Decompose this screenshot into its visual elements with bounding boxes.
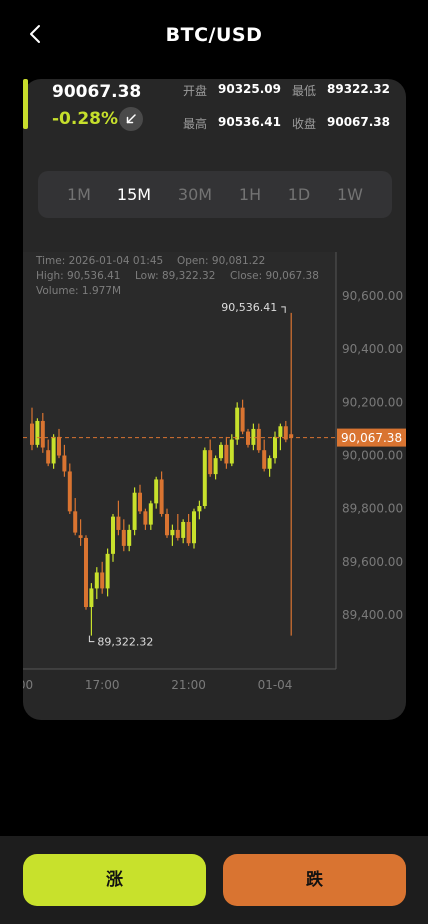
candle-body (35, 420, 40, 445)
candle-body (256, 428, 261, 451)
candle-body (100, 572, 105, 589)
info-volume: Volume: 1.977M (36, 285, 121, 297)
current-price: 90067.38 (52, 82, 142, 102)
candle-body (57, 436, 61, 456)
candle-body (267, 458, 272, 469)
candle-body (219, 444, 223, 459)
candle-body (138, 492, 142, 512)
x-tick-label: 01-04 (258, 678, 293, 692)
y-tick-label: 90,000.00 (342, 449, 403, 463)
info-high: High: 90,536.41 (36, 270, 120, 282)
candle-body (67, 471, 72, 512)
candle-body (202, 450, 207, 507)
candle-body (132, 492, 137, 530)
candle-body (273, 436, 277, 459)
candle-body (192, 511, 196, 544)
candle-body (51, 436, 56, 464)
stat-open-value: 90325.09 (218, 82, 282, 96)
stat-high-value: 90536.41 (218, 115, 282, 129)
plot-area (23, 252, 336, 669)
candle-body (78, 535, 83, 538)
candle-body (251, 428, 256, 445)
period-1m[interactable]: 1M (54, 171, 104, 218)
candle-body (229, 439, 234, 464)
candle-body (116, 516, 121, 530)
candle-body (262, 450, 267, 469)
buy-up-button[interactable]: 涨 (23, 854, 206, 906)
x-tick-label: 13:00 (23, 678, 33, 692)
candle-body (165, 513, 169, 536)
x-tick-label: 17:00 (85, 678, 120, 692)
candle-body (240, 407, 245, 432)
page-title: BTC/USD (165, 24, 263, 46)
period-1d[interactable]: 1D (274, 171, 324, 218)
y-tick-label: 89,400.00 (342, 608, 403, 622)
period-1w[interactable]: 1W (325, 171, 375, 218)
candle-body (143, 511, 148, 525)
candle-body (186, 521, 191, 544)
candle-body (89, 588, 94, 608)
candle-body (30, 423, 34, 445)
period-1h[interactable]: 1H (225, 171, 275, 218)
y-tick-label: 90,600.00 (342, 289, 403, 303)
low-mark-label: 89,322.32 (97, 636, 153, 649)
candle-body (40, 420, 45, 448)
candle-body (111, 516, 115, 554)
candle-body (175, 529, 180, 538)
stat-high-label: 最高 (183, 117, 208, 131)
y-tick-label: 90,200.00 (342, 395, 403, 409)
candle-body (235, 407, 240, 440)
stat-low-value: 89322.32 (327, 82, 391, 96)
x-tick-label: 21:00 (171, 678, 206, 692)
candle-body (73, 511, 78, 533)
candle-body (197, 506, 202, 512)
candle-body (84, 537, 88, 608)
candle-body (46, 450, 51, 464)
high-mark-label: 90,536.41 (221, 301, 277, 314)
info-time: Time: 2026-01-04 01:45 (35, 255, 163, 267)
candle-body (213, 458, 218, 475)
candle-body (159, 479, 164, 514)
stat-close-label: 收盘 (292, 117, 317, 131)
trend-down-icon[interactable] (119, 107, 143, 131)
candle-body (154, 479, 159, 504)
candle-body (94, 572, 99, 589)
last-price-label: 90,067.38 (341, 431, 402, 445)
candle-body (62, 455, 67, 472)
header: BTC/USD (0, 0, 428, 70)
stat-open-label: 开盘 (183, 84, 208, 98)
price-change: -0.28% (52, 109, 119, 129)
candle-body (121, 529, 126, 546)
price-accent-bar (23, 79, 28, 129)
candle-body (127, 529, 132, 546)
candle-body (208, 450, 213, 475)
y-tick-label: 90,400.00 (342, 342, 403, 356)
y-tick-label: 89,600.00 (342, 555, 403, 569)
candle-body (170, 529, 175, 536)
stat-low-label: 最低 (292, 84, 317, 98)
candle-body (289, 434, 294, 438)
period-15m[interactable]: 15M (109, 171, 159, 218)
stat-close-value: 90067.38 (327, 115, 391, 129)
sell-down-button[interactable]: 跌 (223, 854, 406, 906)
candle-body (105, 553, 110, 589)
candle-body (224, 444, 229, 464)
info-open: Open: 90,081.22 (177, 255, 265, 267)
period-selector: 1M 15M 30M 1H 1D 1W (38, 171, 392, 218)
candle-body (246, 431, 250, 445)
candle-body (148, 503, 153, 525)
y-tick-label: 89,800.00 (342, 502, 403, 516)
info-close: Close: 90,067.38 (230, 270, 319, 282)
period-30m[interactable]: 30M (170, 171, 220, 218)
info-low: Low: 89,322.32 (135, 270, 215, 282)
candle-body (278, 426, 283, 437)
candle-body (181, 521, 186, 538)
